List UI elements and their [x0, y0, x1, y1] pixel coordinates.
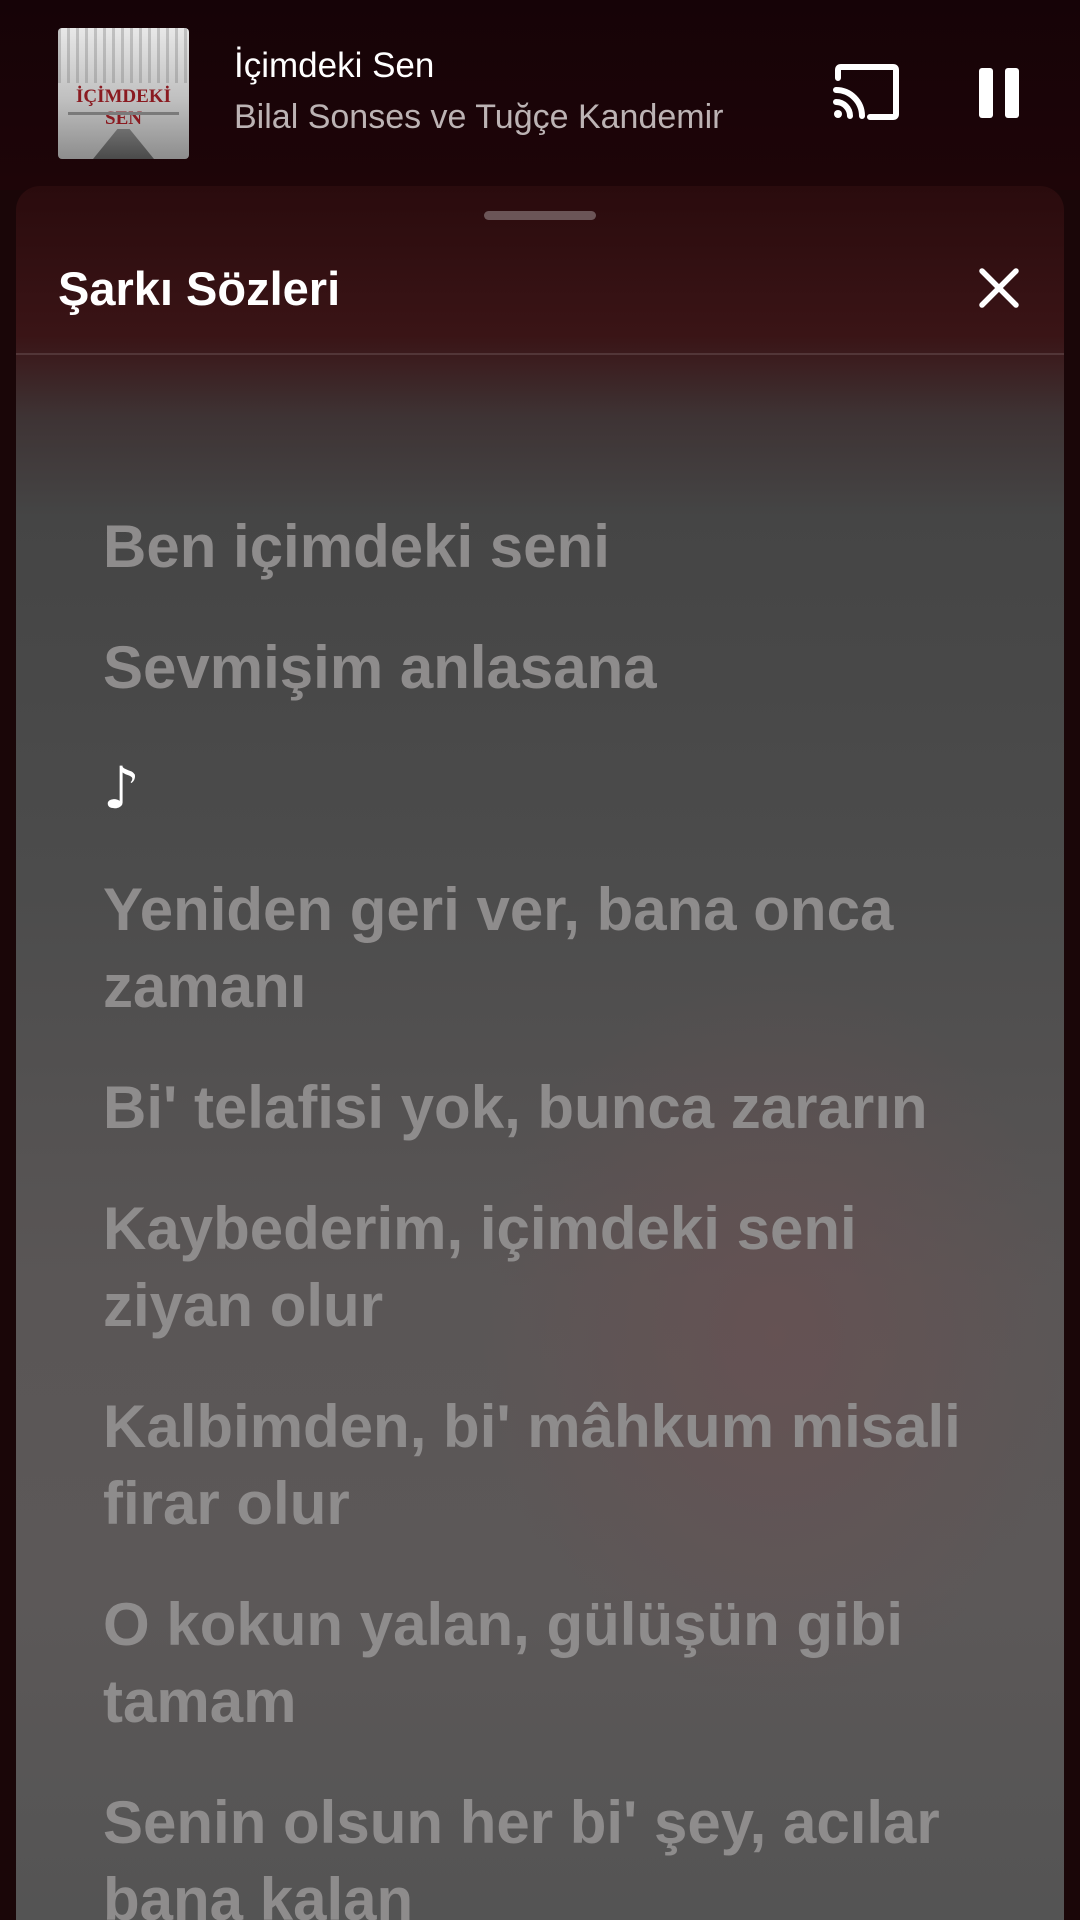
album-art-logo: İÇİMDEKİ SEN — [75, 86, 171, 129]
lyric-line[interactable]: Ben içimdeki seni — [103, 508, 1003, 585]
lyric-line[interactable]: Sevmişim anlasana — [103, 629, 1003, 706]
album-art-texture — [58, 28, 189, 83]
lyrics-sheet: Şarkı Sözleri Ben içimdeki seni Sevmişim… — [16, 186, 1064, 1920]
cast-button[interactable] — [832, 64, 902, 120]
lyric-line[interactable]: Senin olsun her bi' şey, acılar bana kal… — [103, 1784, 1003, 1920]
lyric-line[interactable]: O kokun yalan, gülüşün gibi tamam — [103, 1586, 1003, 1740]
close-icon — [979, 268, 1019, 308]
lyric-line-current-note[interactable]: ♪ — [103, 750, 1003, 827]
lyrics-sheet-title: Şarkı Sözleri — [58, 262, 341, 315]
track-artist[interactable]: Bilal Sonses ve Tuğçe Kandemir — [234, 98, 723, 137]
lyric-line[interactable]: Bi' telafisi yok, bunca zararın — [103, 1069, 1003, 1146]
album-art[interactable]: İÇİMDEKİ SEN — [58, 28, 189, 159]
track-title[interactable]: İçimdeki Sen — [234, 46, 434, 86]
album-art-road — [93, 129, 154, 159]
cast-icon — [833, 64, 899, 120]
lyrics-list[interactable]: Ben içimdeki seni Sevmişim anlasana ♪ Ye… — [103, 508, 1003, 1920]
sheet-divider — [16, 353, 1064, 355]
pause-icon — [979, 68, 1019, 118]
lyric-line[interactable]: Kalbimden, bi' mâhkum misali firar olur — [103, 1388, 1003, 1542]
close-button[interactable] — [977, 266, 1021, 310]
lyric-line[interactable]: Yeniden geri ver, bana onca zamanı — [103, 871, 1003, 1025]
pause-button[interactable] — [976, 66, 1022, 120]
mini-player[interactable]: İÇİMDEKİ SEN İçimdeki Sen Bilal Sonses v… — [0, 0, 1080, 190]
drag-handle[interactable] — [484, 211, 596, 220]
lyric-line[interactable]: Kaybederim, içimdeki seni ziyan olur — [103, 1190, 1003, 1344]
album-art-subline — [68, 112, 179, 115]
